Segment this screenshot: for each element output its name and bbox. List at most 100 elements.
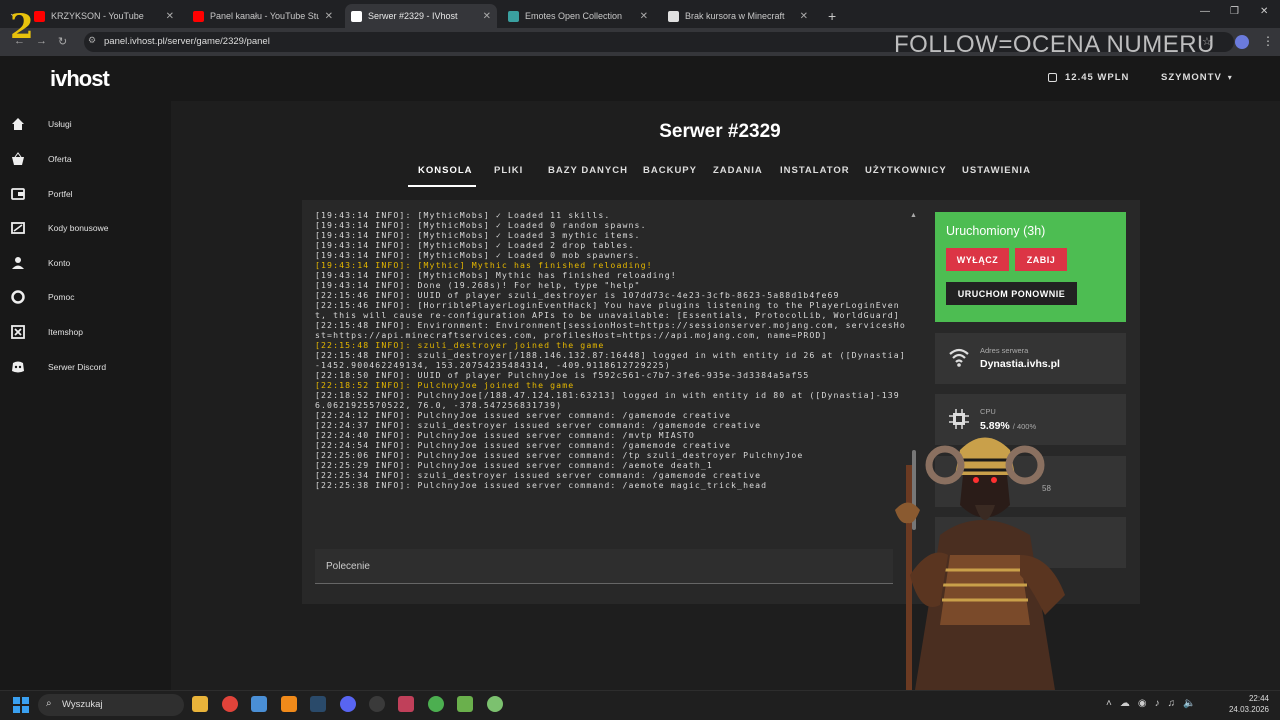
tab-konsola[interactable]: KONSOLA	[418, 165, 473, 176]
console-line: [22:25:38 INFO]: PulchnyJoe issued serve…	[315, 480, 768, 490]
tab-title: Panel kanału - YouTube Studio	[210, 11, 319, 21]
vlc-icon[interactable]	[281, 696, 297, 712]
minimize-icon[interactable]: —	[1200, 6, 1210, 17]
console-line: [19:43:14 INFO]: [Mythic] Mythic has fin…	[315, 260, 653, 270]
basket-icon	[11, 152, 25, 166]
taskbar-time: 22:44	[1248, 694, 1269, 703]
forward-icon[interactable]: →	[36, 35, 47, 47]
taskbar-search[interactable]: ⌕ Wyszukaj	[38, 694, 184, 716]
console-line: [22:15:48 INFO]: szuli_destroyer[/188.14…	[315, 350, 906, 370]
browser-tab[interactable]: Serwer #2329 - IVhost ✕	[345, 4, 497, 28]
windows-start-icon[interactable]	[13, 697, 29, 713]
url-text: panel.ivhost.pl/server/game/2329/panel	[104, 36, 270, 47]
address-value[interactable]: Dynastia.ivhs.pl	[980, 358, 1060, 370]
tab-close-icon[interactable]: ✕	[800, 11, 808, 22]
tab-favicon-icon	[34, 10, 45, 22]
wifi-icon	[948, 346, 970, 368]
tab-użytkownicy[interactable]: UŻYTKOWNICY	[865, 165, 947, 176]
console-line: [22:15:48 INFO]: Environment: Environmen…	[315, 320, 906, 340]
user-name: SZYMONTV	[1161, 72, 1222, 83]
tab-zadania[interactable]: ZADANIA	[713, 165, 763, 176]
sidebar-item[interactable]: Konto	[0, 249, 171, 277]
console-line: [19:43:14 INFO]: [MythicMobs] ✓ Loaded 0…	[315, 250, 641, 260]
sidebar-item-label: Usługi	[48, 119, 72, 129]
sidebar-item[interactable]: Pomoc	[0, 283, 171, 311]
sidebar-item[interactable]: Portfel	[0, 180, 171, 208]
console-line: [22:24:37 INFO]: szuli_destroyer issued …	[315, 420, 762, 430]
taskbar-clock[interactable]: 22:44 24.03.2026	[1221, 693, 1269, 715]
console-line: [22:24:54 INFO]: PulchnyJoe issued serve…	[315, 440, 732, 450]
console-line: [19:43:14 INFO]: [MythicMobs] ✓ Loaded 3…	[315, 230, 641, 240]
console-line: [22:25:29 INFO]: PulchnyJoe issued serve…	[315, 460, 713, 470]
close-window-icon[interactable]: ✕	[1260, 6, 1268, 17]
console-line: [22:25:34 INFO]: szuli_destroyer issued …	[315, 470, 762, 480]
site-info-icon[interactable]: ⚙	[88, 35, 96, 46]
ivhost-logo[interactable]: ivhost	[50, 66, 110, 92]
discord-taskbar-icon[interactable]	[340, 696, 356, 712]
console-line: [19:43:14 INFO]: [MythicMobs] ✓ Loaded 2…	[315, 240, 635, 250]
ticket-icon	[11, 221, 25, 235]
wallet-balance: 12.45 WPLN	[1065, 72, 1130, 83]
tab-pliki[interactable]: PLIKI	[494, 165, 523, 176]
tab-bazy-danych[interactable]: BAZY DANYCH	[548, 165, 628, 176]
profile-avatar[interactable]	[1235, 35, 1249, 49]
app-icon[interactable]	[398, 696, 414, 712]
tab-close-icon[interactable]: ✕	[325, 11, 333, 22]
chrome-2-icon[interactable]	[487, 696, 503, 712]
minecraft-icon[interactable]	[457, 696, 473, 712]
tab-close-icon[interactable]: ✕	[640, 11, 648, 22]
file-explorer-icon[interactable]	[192, 696, 208, 712]
steam-icon[interactable]	[310, 696, 326, 712]
wallet-icon	[11, 187, 25, 201]
sidebar-item[interactable]: Serwer Discord	[0, 353, 171, 381]
chrome-active-icon[interactable]	[428, 696, 444, 712]
user-icon	[11, 256, 25, 270]
tab-favicon-icon	[508, 10, 519, 22]
console-line: [22:18:52 INFO]: PulchnyJoe joined the g…	[315, 380, 575, 390]
console-line: [19:43:14 INFO]: [MythicMobs] ✓ Loaded 1…	[315, 210, 611, 220]
scroll-up-icon[interactable]: ▲	[910, 212, 917, 219]
console-line: [22:15:48 INFO]: szuli_destroyer joined …	[315, 340, 605, 350]
tab-close-icon[interactable]: ✕	[166, 11, 174, 22]
cpu-label: CPU	[980, 407, 996, 416]
tray-icons[interactable]: ˄☁◉♪♫🔈	[1106, 698, 1204, 709]
reload-icon[interactable]: ↻	[58, 35, 67, 48]
obs-icon[interactable]	[369, 696, 385, 712]
taskbar-date: 24.03.2026	[1228, 705, 1269, 714]
console-line: [22:18:52 INFO]: PulchnyJoe[/188.47.124.…	[315, 390, 900, 410]
maximize-icon[interactable]: ❐	[1230, 6, 1239, 17]
tab-title: Emotes Open Collection	[525, 11, 623, 21]
command-input[interactable]: Polecenie	[315, 549, 893, 584]
sidebar-item[interactable]: Oferta	[0, 145, 171, 173]
browser-tab[interactable]: KRZYKSON - YouTube ✕	[28, 4, 180, 28]
store-icon[interactable]	[251, 696, 267, 712]
console-line: [19:43:14 INFO]: Done (19.268s)! For hel…	[315, 280, 641, 290]
console-line: [19:43:14 INFO]: [MythicMobs] Mythic has…	[315, 270, 677, 280]
shop-icon	[11, 325, 25, 339]
tab-backupy[interactable]: BACKUPY	[643, 165, 697, 176]
command-placeholder: Polecenie	[326, 561, 370, 572]
new-tab-button[interactable]: +	[822, 4, 842, 28]
lifebuoy-icon	[11, 290, 25, 304]
wallet-display[interactable]: 12.45 WPLN	[1048, 72, 1129, 83]
tab-close-icon[interactable]: ✕	[483, 11, 491, 22]
browser-tab[interactable]: Emotes Open Collection ✕	[502, 4, 654, 28]
search-icon: ⌕	[46, 698, 52, 709]
address-label: Adres serwera	[980, 346, 1029, 355]
stop-button[interactable]: WYŁĄCZ	[946, 248, 1009, 271]
chrome-icon[interactable]	[222, 696, 238, 712]
tab-ustawienia[interactable]: USTAWIENIA	[962, 165, 1031, 176]
sidebar-item[interactable]: Itemshop	[0, 318, 171, 346]
taskbar-search-label: Wyszukaj	[62, 699, 103, 710]
browser-tab[interactable]: Brak kursora w Minecraft ✕	[662, 4, 814, 28]
kill-button[interactable]: ZABIJ	[1015, 248, 1067, 271]
user-menu[interactable]: SZYMONTV ▾	[1161, 72, 1232, 83]
tab-title: KRZYKSON - YouTube	[51, 11, 144, 21]
sidebar-item[interactable]: Kody bonusowe	[0, 214, 171, 242]
menu-dots-icon[interactable]: ⋮	[1262, 34, 1274, 48]
browser-tab[interactable]: Panel kanału - YouTube Studio ✕	[187, 4, 339, 28]
console-output[interactable]: [19:43:14 INFO]: [MythicMobs] ✓ Loaded 1…	[310, 210, 910, 540]
tab-instalator[interactable]: INSTALATOR	[780, 165, 850, 176]
restart-button[interactable]: URUCHOM PONOWNIE	[946, 282, 1077, 305]
sidebar-item[interactable]: Usługi	[0, 110, 171, 138]
